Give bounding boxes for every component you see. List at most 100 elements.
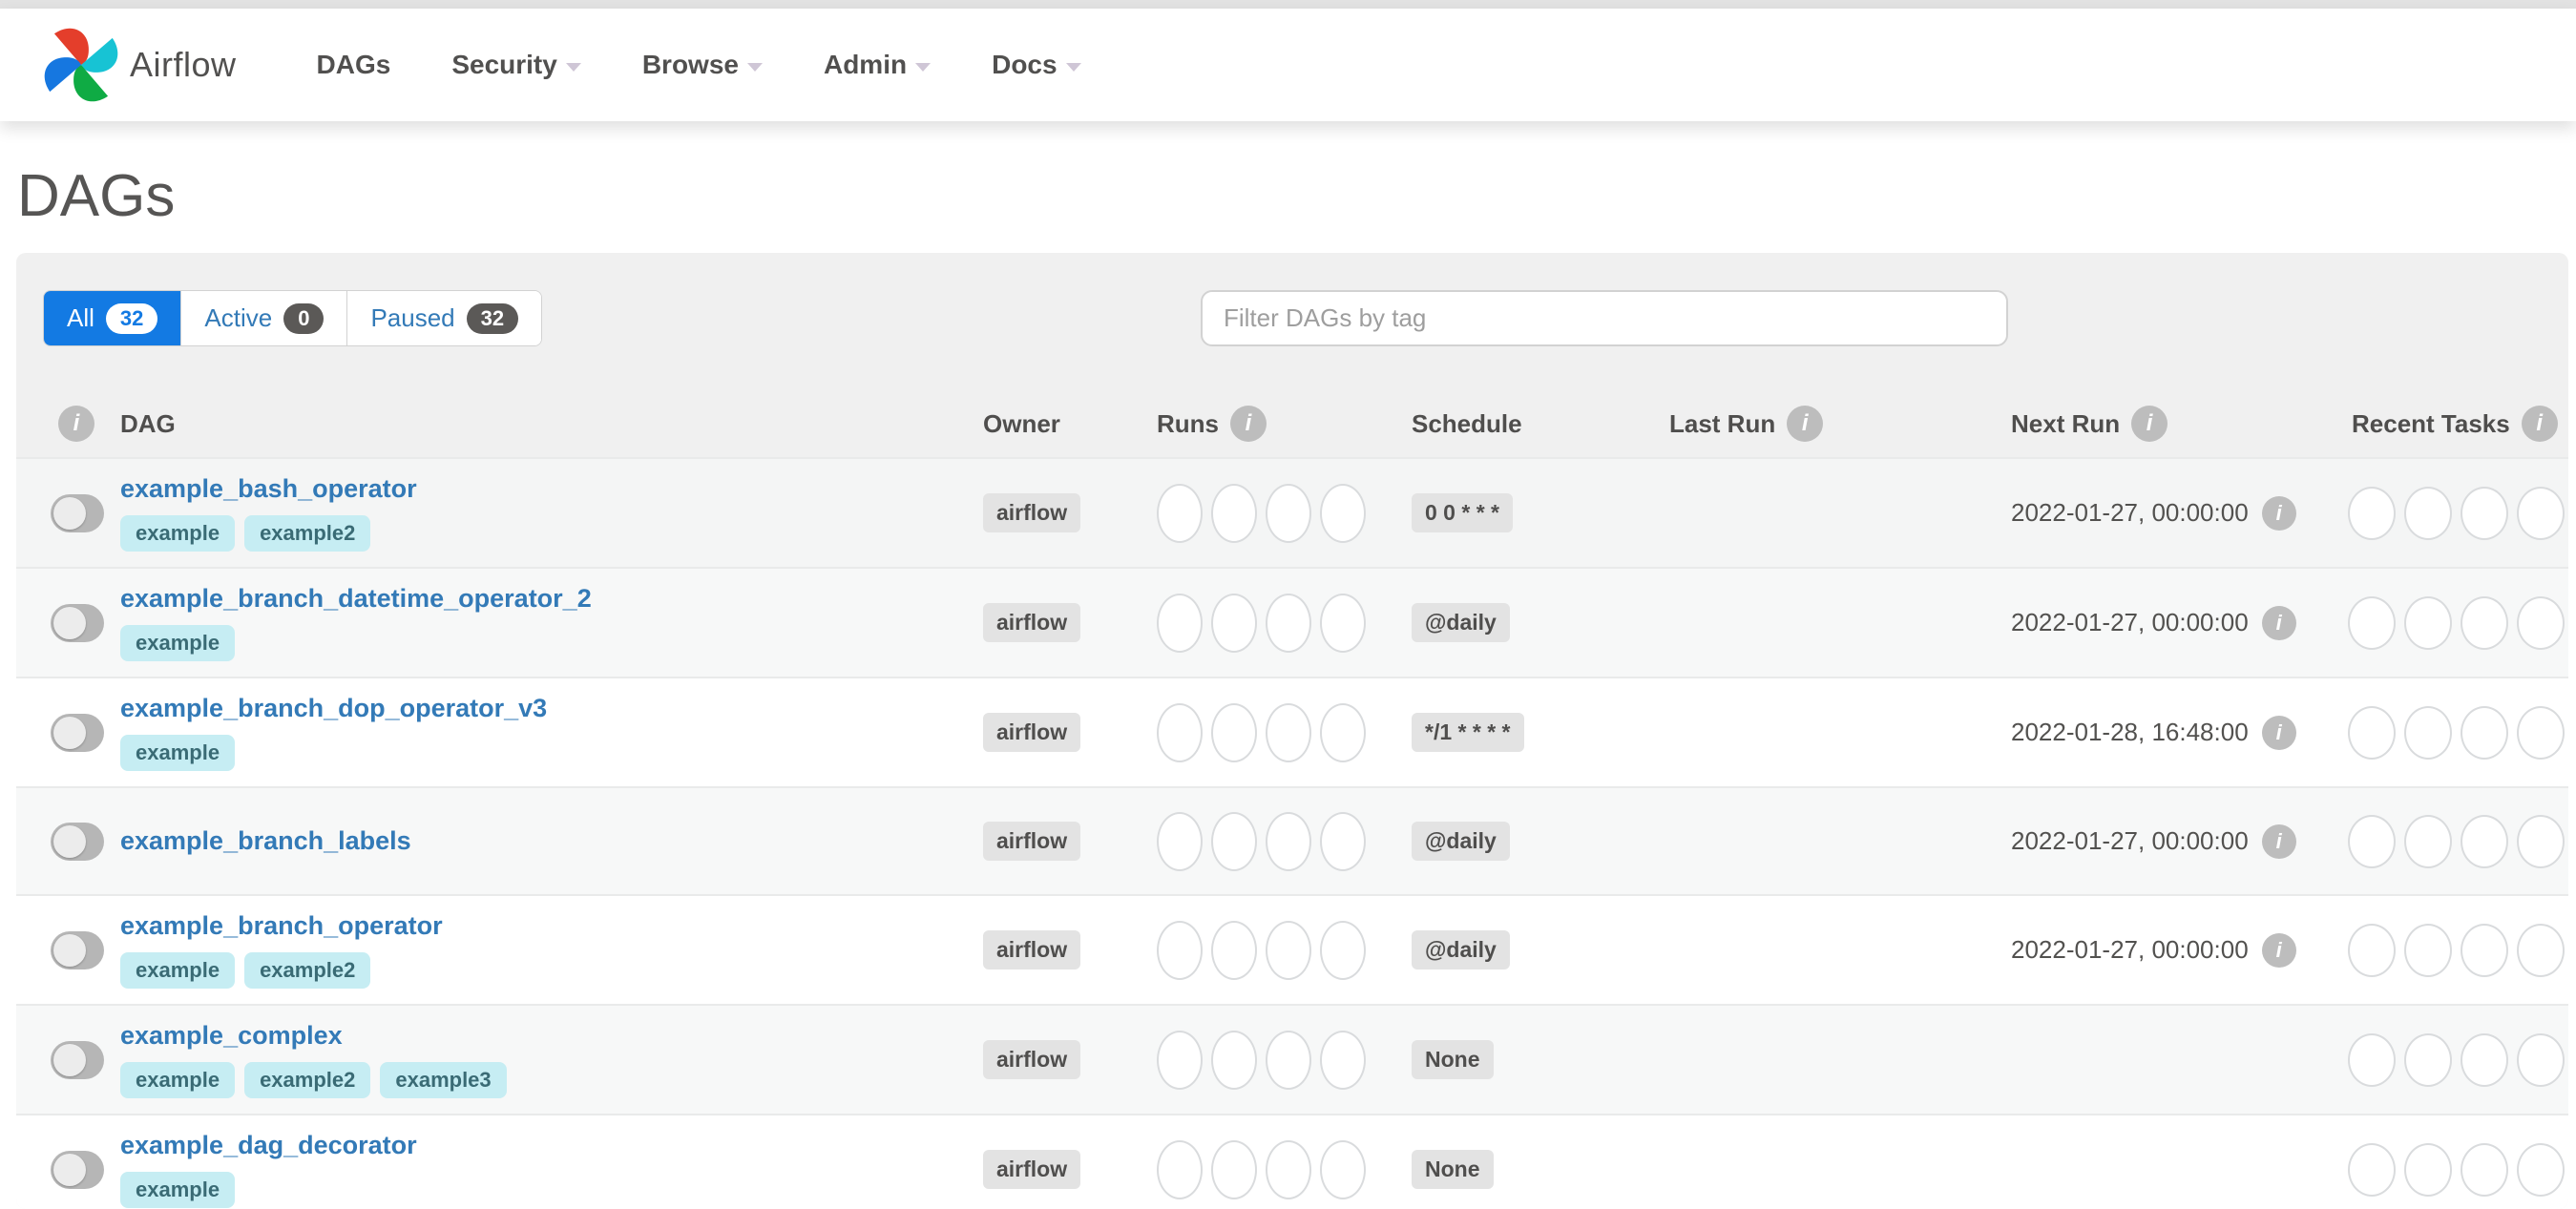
run-status-circle[interactable] xyxy=(1211,1030,1257,1090)
run-status-circle[interactable] xyxy=(1320,1139,1366,1199)
dag-link[interactable]: example_branch_labels xyxy=(120,826,411,856)
task-status-circle[interactable] xyxy=(2404,814,2452,868)
run-status-circle[interactable] xyxy=(1157,1030,1203,1090)
brand-home-link[interactable]: Airflow xyxy=(44,25,237,105)
dag-pause-toggle[interactable] xyxy=(51,713,104,752)
dag-tag[interactable]: example xyxy=(120,735,236,771)
run-status-circle[interactable] xyxy=(1157,593,1203,653)
task-status-circle[interactable] xyxy=(2348,814,2396,868)
dag-tag[interactable]: example2 xyxy=(244,515,371,552)
run-status-circle[interactable] xyxy=(1157,483,1203,543)
task-status-circle[interactable] xyxy=(2517,1142,2565,1197)
dag-link[interactable]: example_complex xyxy=(120,1021,343,1051)
run-status-circle[interactable] xyxy=(1266,1139,1311,1199)
task-status-circle[interactable] xyxy=(2517,705,2565,760)
run-status-circle[interactable] xyxy=(1320,1030,1366,1090)
run-status-circle[interactable] xyxy=(1266,483,1311,543)
runs-cell xyxy=(1141,1030,1396,1090)
task-status-circle[interactable] xyxy=(2348,923,2396,977)
run-status-circle[interactable] xyxy=(1211,483,1257,543)
task-status-circle[interactable] xyxy=(2461,923,2508,977)
nav-item-security[interactable]: Security xyxy=(451,50,581,80)
pause-toggle-cell xyxy=(36,822,105,861)
run-status-circle[interactable] xyxy=(1320,811,1366,871)
run-status-circle[interactable] xyxy=(1266,920,1311,980)
dag-pause-toggle[interactable] xyxy=(51,1150,104,1189)
run-status-circle[interactable] xyxy=(1320,593,1366,653)
task-status-circle[interactable] xyxy=(2517,814,2565,868)
dag-tag[interactable]: example3 xyxy=(380,1062,507,1098)
task-status-circle[interactable] xyxy=(2404,595,2452,650)
filter-dags-by-tag-input[interactable] xyxy=(1201,290,2008,346)
tab-active[interactable]: Active 0 xyxy=(180,291,347,345)
nav-item-dags[interactable]: DAGs xyxy=(317,50,391,80)
task-status-circle[interactable] xyxy=(2517,595,2565,650)
task-status-circle[interactable] xyxy=(2404,486,2452,540)
task-status-circle[interactable] xyxy=(2348,486,2396,540)
tab-all[interactable]: All 32 xyxy=(44,291,181,345)
run-status-circle[interactable] xyxy=(1266,811,1311,871)
run-status-circle[interactable] xyxy=(1320,702,1366,762)
run-status-circle[interactable] xyxy=(1211,1139,1257,1199)
dag-tag[interactable]: example2 xyxy=(244,1062,371,1098)
dag-pause-toggle[interactable] xyxy=(51,493,104,532)
dag-tag[interactable]: example xyxy=(120,625,236,661)
run-status-circle[interactable] xyxy=(1320,920,1366,980)
dag-link[interactable]: example_branch_datetime_operator_2 xyxy=(120,584,592,614)
next-run-date: 2022-01-27, 00:00:00 xyxy=(2011,826,2249,855)
task-status-circle[interactable] xyxy=(2348,1142,2396,1197)
task-status-circle[interactable] xyxy=(2461,1032,2508,1087)
dag-link[interactable]: example_branch_operator xyxy=(120,911,443,941)
task-status-circle[interactable] xyxy=(2404,1142,2452,1197)
run-status-circle[interactable] xyxy=(1157,920,1203,980)
run-status-circle[interactable] xyxy=(1211,702,1257,762)
task-status-circle[interactable] xyxy=(2461,814,2508,868)
task-status-circle[interactable] xyxy=(2348,1032,2396,1087)
task-status-circle[interactable] xyxy=(2461,595,2508,650)
task-status-circle[interactable] xyxy=(2517,923,2565,977)
run-status-circle[interactable] xyxy=(1266,1030,1311,1090)
run-status-circle[interactable] xyxy=(1266,593,1311,653)
nav-item-docs[interactable]: Docs xyxy=(992,50,1081,80)
dag-pause-toggle[interactable] xyxy=(51,1040,104,1079)
run-status-circle[interactable] xyxy=(1157,702,1203,762)
task-status-circle[interactable] xyxy=(2461,486,2508,540)
dag-pause-toggle[interactable] xyxy=(51,930,104,969)
dag-tag[interactable]: example xyxy=(120,1172,236,1208)
header-cell-owner: Owner xyxy=(968,409,1141,439)
task-status-circle[interactable] xyxy=(2348,705,2396,760)
task-status-circle[interactable] xyxy=(2348,595,2396,650)
dag-tag[interactable]: example2 xyxy=(244,952,371,989)
runs-cell xyxy=(1141,593,1396,653)
run-status-circle[interactable] xyxy=(1211,920,1257,980)
owner-badge: airflow xyxy=(983,493,1081,532)
dag-tag[interactable]: example xyxy=(120,952,236,989)
task-status-circle[interactable] xyxy=(2517,486,2565,540)
run-status-circle[interactable] xyxy=(1211,593,1257,653)
toggle-knob xyxy=(53,1043,86,1076)
task-status-circle[interactable] xyxy=(2461,705,2508,760)
dag-link[interactable]: example_bash_operator xyxy=(120,474,417,504)
run-status-circle[interactable] xyxy=(1266,702,1311,762)
run-status-circle[interactable] xyxy=(1157,1139,1203,1199)
dag-tags: example example2 xyxy=(120,952,968,989)
task-status-circle[interactable] xyxy=(2461,1142,2508,1197)
dag-tag[interactable]: example xyxy=(120,515,236,552)
task-status-circle[interactable] xyxy=(2404,923,2452,977)
dag-pause-toggle[interactable] xyxy=(51,822,104,861)
nav-item-browse[interactable]: Browse xyxy=(642,50,763,80)
task-status-circle[interactable] xyxy=(2404,705,2452,760)
nav-item-admin[interactable]: Admin xyxy=(824,50,932,80)
task-status-circle[interactable] xyxy=(2517,1032,2565,1087)
dag-tag[interactable]: example xyxy=(120,1062,236,1098)
dag-link[interactable]: example_dag_decorator xyxy=(120,1131,417,1160)
schedule-badge: @daily xyxy=(1412,822,1510,861)
dag-link[interactable]: example_branch_dop_operator_v3 xyxy=(120,694,547,723)
run-status-circle[interactable] xyxy=(1157,811,1203,871)
run-status-circle[interactable] xyxy=(1211,811,1257,871)
tab-paused[interactable]: Paused 32 xyxy=(346,291,542,345)
dag-pause-toggle[interactable] xyxy=(51,603,104,642)
pause-toggle-cell xyxy=(36,1040,105,1079)
run-status-circle[interactable] xyxy=(1320,483,1366,543)
task-status-circle[interactable] xyxy=(2404,1032,2452,1087)
